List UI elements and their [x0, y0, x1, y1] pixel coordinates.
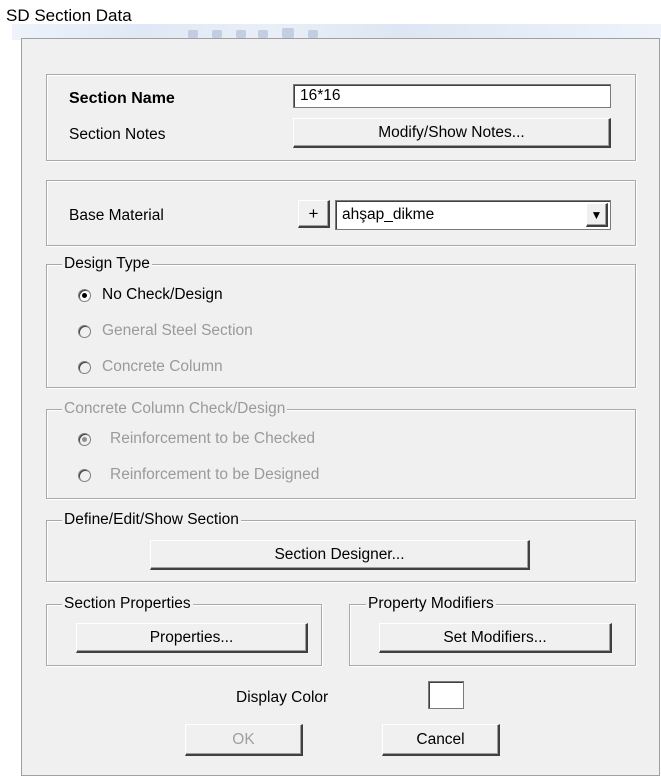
radio-reinforcement-designed[interactable]: [78, 469, 91, 482]
concrete-column-group: [46, 409, 636, 499]
radio-no-check-design[interactable]: [78, 289, 91, 302]
radio-reinforcement-checked[interactable]: [78, 433, 91, 446]
properties-button[interactable]: Properties...: [76, 623, 308, 653]
set-modifiers-button[interactable]: Set Modifiers...: [379, 623, 612, 653]
background-icon: [188, 30, 198, 38]
label-concrete-column: Concrete Column: [102, 358, 223, 375]
label-reinforcement-designed: Reinforcement to be Designed: [110, 466, 320, 483]
ok-button[interactable]: OK: [185, 724, 303, 756]
property-modifiers-legend: Property Modifiers: [366, 595, 496, 613]
radio-selected-dot: [82, 293, 87, 298]
section-properties-legend: Section Properties: [62, 595, 193, 613]
display-color-swatch[interactable]: [428, 681, 464, 709]
background-icon: [308, 30, 318, 38]
label-no-check-design: No Check/Design: [102, 286, 223, 303]
define-section-legend: Define/Edit/Show Section: [62, 511, 241, 529]
radio-selected-dot: [82, 437, 87, 442]
background-icon: [236, 30, 246, 38]
background-icon: [258, 30, 268, 38]
selected-material: ahşap_dikme: [342, 206, 435, 223]
design-type-legend: Design Type: [62, 255, 152, 273]
background-icon: [282, 28, 294, 38]
add-material-button[interactable]: +: [298, 200, 330, 228]
label-general-steel-section: General Steel Section: [102, 322, 253, 339]
radio-general-steel-section[interactable]: [78, 325, 91, 338]
label-reinforcement-checked: Reinforcement to be Checked: [110, 430, 316, 447]
base-material-label: Base Material: [69, 207, 164, 224]
base-material-select[interactable]: ahşap_dikme: [335, 200, 611, 230]
section-name-input[interactable]: 16*16: [293, 84, 611, 108]
cancel-button[interactable]: Cancel: [382, 724, 500, 756]
display-color-label: Display Color: [236, 689, 329, 706]
concrete-column-legend: Concrete Column Check/Design: [62, 400, 288, 418]
background-icon: [212, 30, 222, 38]
chevron-down-icon[interactable]: ▼: [586, 203, 608, 227]
section-name-label: Section Name: [69, 90, 175, 107]
section-notes-label: Section Notes: [69, 126, 166, 143]
section-designer-button[interactable]: Section Designer...: [150, 540, 530, 570]
modify-notes-button[interactable]: Modify/Show Notes...: [293, 118, 611, 148]
window-title: SD Section Data: [6, 6, 132, 25]
radio-concrete-column[interactable]: [78, 361, 91, 374]
